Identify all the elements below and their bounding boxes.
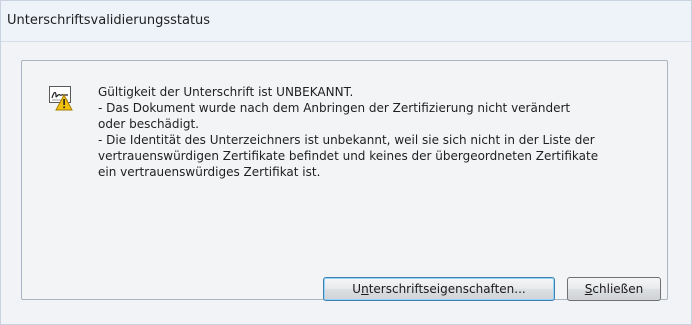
validation-message: Gültigkeit der Unterschrift ist UNBEKANN…: [98, 84, 664, 180]
window-title: Unterschriftsvalidierungsstatus: [7, 13, 211, 28]
signature-properties-button[interactable]: Unterschriftseigenschaften...: [323, 277, 555, 301]
signature-properties-label: Unterschriftseigenschaften...: [352, 282, 526, 296]
message-line: Gültigkeit der Unterschrift ist UNBEKANN…: [98, 85, 354, 99]
message-panel: Gültigkeit der Unterschrift ist UNBEKANN…: [21, 60, 668, 301]
message-line: vertrauenswürdigen Zertifikate befindet …: [98, 149, 599, 163]
close-button[interactable]: Schließen: [567, 277, 661, 301]
message-line: ein vertrauenswürdiges Zertifikat ist.: [98, 165, 321, 179]
title-bar[interactable]: Unterschriftsvalidierungsstatus: [1, 1, 691, 42]
close-label: Schließen: [584, 282, 644, 296]
message-line: - Das Dokument wurde nach dem Anbringen …: [98, 101, 571, 115]
message-line: oder beschädigt.: [98, 117, 199, 131]
dialog-body: Gültigkeit der Unterschrift ist UNBEKANN…: [1, 42, 691, 324]
signature-warning-icon: [48, 85, 74, 111]
signature-validation-dialog: Unterschriftsvalidierungsstatus Gültigke…: [0, 0, 692, 325]
message-line: - Die Identität des Unterzeichners ist u…: [98, 133, 595, 147]
